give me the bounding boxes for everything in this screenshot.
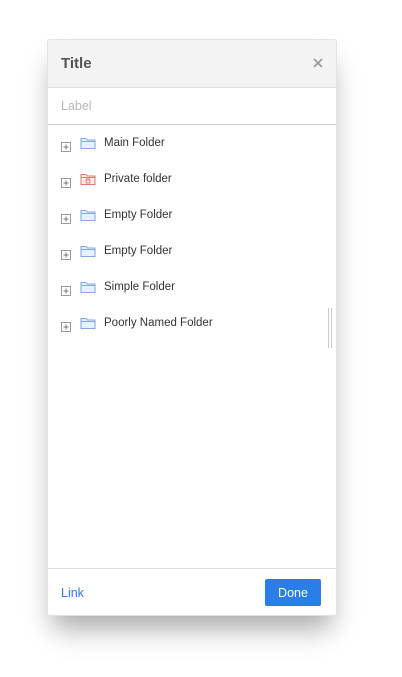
folder-icon <box>80 208 96 222</box>
folder-tree: Main Folder Private folder Empty Folder … <box>48 126 336 568</box>
folder-icon <box>80 136 96 150</box>
tree-item-simple-folder[interactable]: Simple Folder <box>48 270 324 306</box>
close-icon[interactable] <box>311 56 325 70</box>
tree-item-private-folder[interactable]: Private folder <box>48 162 324 198</box>
expand-icon[interactable] <box>61 319 71 332</box>
tree-item-poorly-named-folder[interactable]: Poorly Named Folder <box>48 306 324 342</box>
tree-item-label: Simple Folder <box>104 281 175 293</box>
footer-link[interactable]: Link <box>61 586 84 600</box>
tree-item-label: Private folder <box>104 173 172 185</box>
label-input[interactable] <box>61 96 323 116</box>
tree-item-label: Empty Folder <box>104 245 173 257</box>
tree-item-label: Empty Folder <box>104 209 173 221</box>
dialog-footer: Link Done <box>48 568 336 615</box>
folder-icon <box>80 244 96 258</box>
tree-item-label: Main Folder <box>104 137 165 149</box>
locked-folder-icon <box>80 172 96 186</box>
tree-item-label: Poorly Named Folder <box>104 317 213 329</box>
expand-icon[interactable] <box>61 283 71 296</box>
expand-icon[interactable] <box>61 175 71 188</box>
expand-icon[interactable] <box>61 247 71 260</box>
tree-item-main-folder[interactable]: Main Folder <box>48 126 324 162</box>
folder-icon <box>80 280 96 294</box>
tree-item-empty-folder[interactable]: Empty Folder <box>48 234 324 270</box>
dialog-header: Title <box>48 40 336 88</box>
label-field <box>48 88 336 125</box>
dialog-title: Title <box>61 55 92 72</box>
tree-item-empty-folder[interactable]: Empty Folder <box>48 198 324 234</box>
folder-picker-dialog: Title Ma <box>47 39 337 616</box>
expand-icon[interactable] <box>61 211 71 224</box>
done-button[interactable]: Done <box>265 579 321 606</box>
expand-icon[interactable] <box>61 139 71 152</box>
folder-icon <box>80 316 96 330</box>
scrollbar-handle[interactable] <box>328 308 332 348</box>
